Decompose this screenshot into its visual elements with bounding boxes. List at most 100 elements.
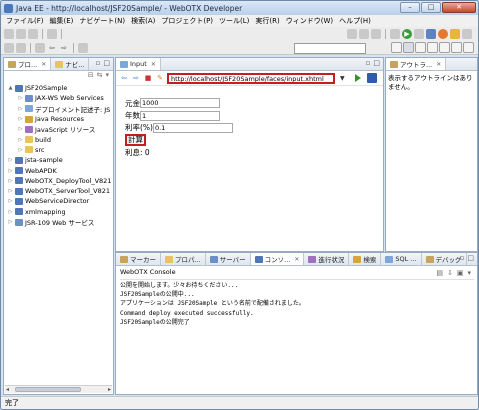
prev-annotation-icon[interactable]: [16, 42, 26, 53]
scroll-right-icon[interactable]: ▸: [108, 386, 111, 393]
years-input[interactable]: 1: [140, 110, 220, 121]
tree-item[interactable]: ▷ デプロイメント記述子: JS: [8, 104, 113, 114]
maximize-view-icon[interactable]: □: [373, 59, 380, 67]
forward-icon[interactable]: ⇨: [131, 73, 141, 83]
menu-tools[interactable]: ツール(L): [216, 16, 252, 26]
expand-arrow-icon[interactable]: ▷: [18, 126, 23, 132]
close-tab-icon[interactable]: ✕: [151, 61, 156, 68]
javaee-perspective-icon[interactable]: [403, 42, 414, 53]
tree-item[interactable]: ▷ Java Resources: [8, 114, 113, 124]
tab-outline[interactable]: アウトラ... ✕: [386, 58, 447, 70]
java-perspective-icon[interactable]: [415, 42, 426, 53]
maximize-view-icon[interactable]: □: [103, 59, 110, 67]
close-tab-icon[interactable]: ✕: [294, 256, 299, 263]
scrollbar-thumb[interactable]: [15, 387, 81, 392]
collapse-all-icon[interactable]: ⊟: [88, 71, 94, 81]
link-editor-icon[interactable]: ⇆: [97, 71, 103, 81]
expand-arrow-icon[interactable]: ▷: [18, 95, 23, 101]
new-icon[interactable]: [4, 29, 14, 39]
run-icon[interactable]: ▶: [402, 29, 412, 39]
expand-arrow-icon[interactable]: ▷: [18, 137, 23, 143]
minimize-button[interactable]: –: [400, 2, 420, 13]
menu-search[interactable]: 検索(A): [128, 16, 158, 26]
debug-perspective-icon[interactable]: [427, 42, 438, 53]
tab-project-explorer[interactable]: プロ... ✕: [4, 58, 52, 70]
menu-window[interactable]: ウィンドウ(W): [283, 16, 336, 26]
tab-input[interactable]: Input ✕: [116, 58, 161, 70]
scroll-left-icon[interactable]: ◂: [6, 386, 9, 393]
tree-item[interactable]: ▷ jsta-sample: [8, 155, 113, 165]
tab-properties[interactable]: プロパ...: [161, 253, 206, 265]
tab-markers[interactable]: マーカー: [116, 253, 161, 265]
tools-icon[interactable]: [359, 29, 369, 39]
team-perspective-icon[interactable]: [451, 42, 462, 53]
external-tools-icon[interactable]: [390, 29, 400, 39]
explorer-horizontal-scrollbar[interactable]: ◂ ▸: [5, 385, 112, 393]
build-icon[interactable]: [347, 29, 357, 39]
collapse-arrow-icon[interactable]: ▲: [8, 85, 13, 91]
menu-file[interactable]: ファイル(F): [3, 16, 47, 26]
principal-input[interactable]: 1000: [140, 98, 220, 109]
quick-access-input[interactable]: [294, 43, 366, 54]
view-menu-icon[interactable]: ▾: [105, 71, 109, 81]
debug-icon[interactable]: [414, 29, 424, 39]
clear-console-icon[interactable]: ▤: [436, 269, 443, 277]
expand-arrow-icon[interactable]: ▷: [8, 157, 13, 163]
expand-arrow-icon[interactable]: ▷: [18, 106, 23, 112]
tree-item[interactable]: ▷ JavaScript リソース: [8, 124, 113, 134]
tree-item[interactable]: ▷ src: [8, 145, 113, 155]
maximize-button[interactable]: □: [421, 2, 441, 13]
expand-arrow-icon[interactable]: ▷: [8, 168, 13, 174]
open-perspective-icon[interactable]: [391, 42, 402, 53]
pin-icon[interactable]: [78, 42, 88, 53]
stop-icon[interactable]: ■: [143, 73, 153, 83]
url-input[interactable]: http://localhost/JSF20Sample/faces/input…: [167, 72, 335, 84]
new-package-icon[interactable]: [450, 29, 460, 39]
minimize-view-icon[interactable]: ▫: [96, 59, 101, 67]
open-type-icon[interactable]: [438, 29, 448, 39]
minimize-view-icon[interactable]: ▫: [366, 59, 371, 67]
menu-edit[interactable]: 編集(E): [47, 16, 77, 26]
annotation-icon[interactable]: [462, 29, 472, 39]
menu-help[interactable]: ヘルプ(H): [336, 16, 374, 26]
expand-arrow-icon[interactable]: ▷: [8, 188, 13, 194]
server-icon[interactable]: [47, 29, 57, 39]
pin-console-icon[interactable]: ▣: [457, 269, 464, 277]
last-edit-icon[interactable]: [35, 42, 45, 53]
tree-item[interactable]: ▷ WebOTX_DeployTool_V821: [8, 176, 113, 186]
expand-arrow-icon[interactable]: ▷: [8, 219, 13, 225]
go-icon[interactable]: [354, 74, 361, 82]
menu-project[interactable]: プロジェクト(P): [158, 16, 216, 26]
tree-item[interactable]: ▲ JSF20Sample: [8, 83, 113, 93]
tree-item[interactable]: ▷ WebOTX_ServerTool_V821: [8, 186, 113, 196]
refresh-icon[interactable]: ✎: [155, 73, 165, 83]
scroll-lock-icon[interactable]: ⇩: [447, 269, 453, 277]
wizard-icon[interactable]: [371, 29, 381, 39]
menu-run[interactable]: 実行(R): [252, 16, 282, 26]
tree-item[interactable]: ▷ WebServiceDirector: [8, 196, 113, 206]
tree-item[interactable]: ▷ JAX-WS Web Services: [8, 93, 113, 103]
close-button[interactable]: ✕: [442, 2, 476, 13]
url-history-dropdown-icon[interactable]: ▼: [340, 75, 345, 82]
close-tab-icon[interactable]: ✕: [41, 61, 46, 68]
back-icon[interactable]: ⇦: [47, 43, 57, 53]
tab-navigator[interactable]: ナビ...: [51, 58, 90, 70]
close-tab-icon[interactable]: ✕: [436, 61, 441, 68]
forward-icon[interactable]: ⇨: [59, 43, 69, 53]
expand-arrow-icon[interactable]: ▷: [8, 178, 13, 184]
save-icon[interactable]: [16, 29, 26, 39]
tab-servers[interactable]: サーバー: [206, 253, 251, 265]
web-perspective-icon[interactable]: [439, 42, 450, 53]
minimize-view-icon[interactable]: ▫: [460, 254, 465, 262]
tree-item[interactable]: ▷ xmlmapping: [8, 207, 113, 217]
tab-progress[interactable]: 進行状況: [304, 253, 350, 265]
next-annotation-icon[interactable]: [4, 42, 14, 53]
expand-arrow-icon[interactable]: ▷: [8, 198, 13, 204]
rate-input[interactable]: 0.1: [152, 122, 233, 133]
open-console-icon[interactable]: ▾: [467, 269, 471, 277]
back-icon[interactable]: ⇦: [119, 73, 129, 83]
db-perspective-icon[interactable]: [463, 42, 474, 53]
tab-console[interactable]: コンソ... ✕: [250, 253, 305, 265]
expand-arrow-icon[interactable]: ▷: [18, 116, 23, 122]
tree-item[interactable]: ▷ JSR-109 Web サービス: [8, 217, 113, 227]
